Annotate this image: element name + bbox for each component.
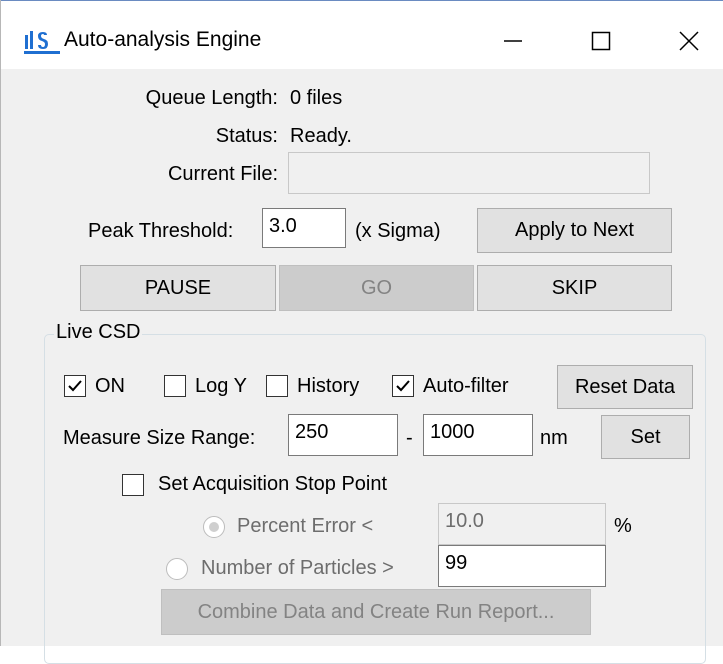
queue-length-value: 0 files [290,87,343,109]
queue-length-label: Queue Length: [145,87,278,109]
num-particles-radio [166,558,188,580]
close-icon [679,31,699,51]
range-max-input[interactable]: 1000 [423,414,533,456]
pause-button[interactable]: PAUSE [80,265,276,311]
range-min-input[interactable]: 250 [288,414,398,456]
history-checkbox[interactable] [266,375,288,397]
on-checkbox[interactable] [64,375,86,397]
close-button[interactable] [656,18,722,64]
log-y-label: Log Y [195,375,247,397]
peak-threshold-label: Peak Threshold: [88,220,234,242]
maximize-icon [591,31,611,51]
apply-to-next-button[interactable]: Apply to Next [477,208,672,253]
percent-unit-label: % [614,515,632,537]
maximize-button[interactable] [568,18,634,64]
status-value: Ready. [290,125,352,147]
stop-point-label: Set Acquisition Stop Point [158,473,388,495]
current-file-label: Current File: [167,163,278,185]
checkmark-icon [68,380,82,392]
status-label: Status: [215,125,278,147]
live-csd-title: Live CSD [54,321,143,344]
stop-point-checkbox[interactable] [122,474,144,496]
percent-error-input: 10.0 [438,503,606,545]
range-unit-label: nm [540,427,568,449]
percent-error-label: Percent Error < [237,515,374,537]
minimize-icon [504,40,522,42]
app-logo-icon [24,31,60,54]
range-separator: - [406,427,413,449]
measure-size-range-label: Measure Size Range: [63,427,256,449]
peak-threshold-input[interactable]: 3.0 [262,208,346,248]
minimize-button[interactable] [480,18,546,64]
sigma-unit-label: (x Sigma) [355,220,441,242]
checkmark-icon [396,380,410,392]
num-particles-input: 99 [438,545,606,587]
reset-data-button[interactable]: Reset Data [557,365,693,409]
percent-error-radio [203,516,225,538]
current-file-field [288,152,650,194]
go-button: GO [279,265,474,311]
auto-filter-label: Auto-filter [423,375,509,397]
log-y-checkbox[interactable] [164,375,186,397]
on-label: ON [95,375,125,397]
history-label: History [297,375,360,397]
radio-selected-dot [209,522,219,532]
window-title: Auto-analysis Engine [64,28,262,51]
set-range-button[interactable]: Set [601,415,690,459]
num-particles-label: Number of Particles > [201,557,394,579]
skip-button[interactable]: SKIP [477,265,672,311]
auto-filter-checkbox[interactable] [392,375,414,397]
combine-data-button: Combine Data and Create Run Report... [161,589,591,635]
